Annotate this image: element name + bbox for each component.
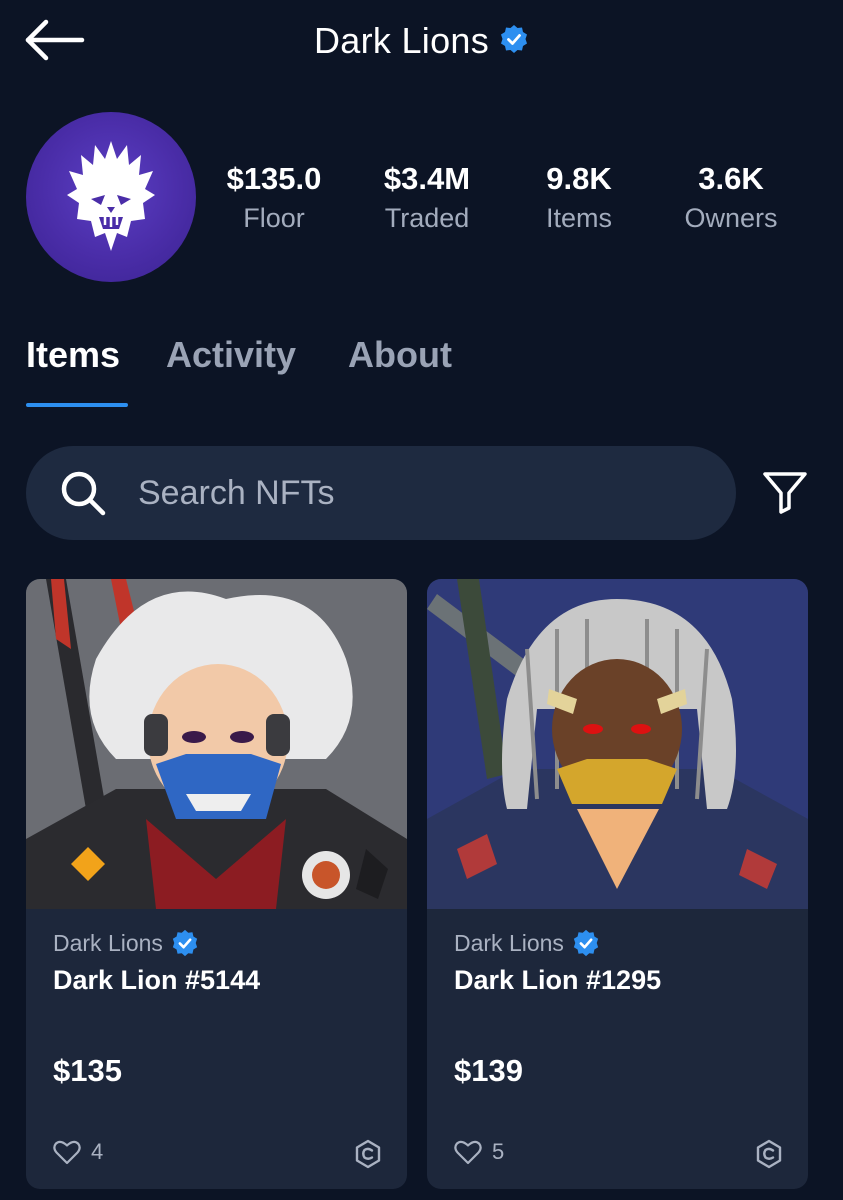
search-bar — [26, 446, 736, 540]
stat-items: 9.8K Items — [504, 160, 654, 238]
card-collection-name: Dark Lions — [53, 929, 163, 956]
nft-card[interactable]: Dark Lions Dark Lion #5144 $135 4 — [26, 579, 407, 1189]
stat-label: Floor — [243, 203, 305, 233]
stat-value: 9.8K — [546, 161, 612, 196]
chain-logo-icon — [756, 1139, 782, 1169]
collection-avatar — [26, 112, 196, 282]
heart-icon — [53, 1140, 81, 1165]
stat-traded: $3.4M Traded — [352, 160, 502, 238]
stat-owners: 3.6K Owners — [656, 160, 806, 238]
card-collection-name: Dark Lions — [454, 929, 564, 956]
stat-label: Items — [545, 203, 612, 233]
tab-activity[interactable]: Activity — [166, 330, 296, 380]
like-button[interactable]: 5 — [454, 1139, 504, 1165]
card-price: $135 — [53, 1053, 122, 1088]
filter-button[interactable] — [760, 466, 810, 516]
search-input[interactable] — [138, 473, 678, 513]
tab-items[interactable]: Items — [26, 330, 120, 380]
nft-card[interactable]: Dark Lions Dark Lion #1295 $139 5 — [427, 579, 808, 1189]
heart-icon — [454, 1140, 482, 1165]
nft-image — [427, 579, 808, 909]
verified-badge-icon — [573, 929, 599, 957]
active-tab-indicator — [26, 403, 128, 407]
stat-label: Owners — [684, 203, 778, 233]
card-title: Dark Lion #5144 — [53, 965, 261, 995]
dark-lion-logo-icon — [67, 141, 155, 251]
like-count: 4 — [91, 1139, 104, 1164]
collection-page: Dark Lions $135.0 Floor $3.4M Traded 9.8… — [0, 0, 843, 1200]
tab-about[interactable]: About — [348, 330, 452, 380]
card-price: $139 — [454, 1053, 523, 1088]
stat-floor: $135.0 Floor — [199, 160, 349, 238]
verified-badge-icon — [499, 24, 529, 59]
stat-value: 3.6K — [698, 161, 764, 196]
chain-logo-icon — [355, 1139, 381, 1169]
page-title-group: Dark Lions — [0, 18, 843, 64]
card-collection-row: Dark Lions — [454, 929, 600, 957]
stat-label: Traded — [384, 203, 470, 233]
card-title: Dark Lion #1295 — [454, 965, 662, 995]
like-button[interactable]: 4 — [53, 1139, 103, 1165]
like-count: 5 — [492, 1139, 505, 1164]
page-title: Dark Lions — [313, 20, 490, 61]
top-bar: Dark Lions — [0, 0, 843, 84]
stat-value: $135.0 — [226, 161, 322, 196]
search-icon — [61, 471, 106, 516]
filter-icon — [763, 472, 807, 514]
verified-badge-icon — [172, 929, 198, 957]
nft-image — [26, 579, 407, 909]
stat-value: $3.4M — [383, 161, 471, 196]
card-collection-row: Dark Lions — [53, 929, 199, 957]
